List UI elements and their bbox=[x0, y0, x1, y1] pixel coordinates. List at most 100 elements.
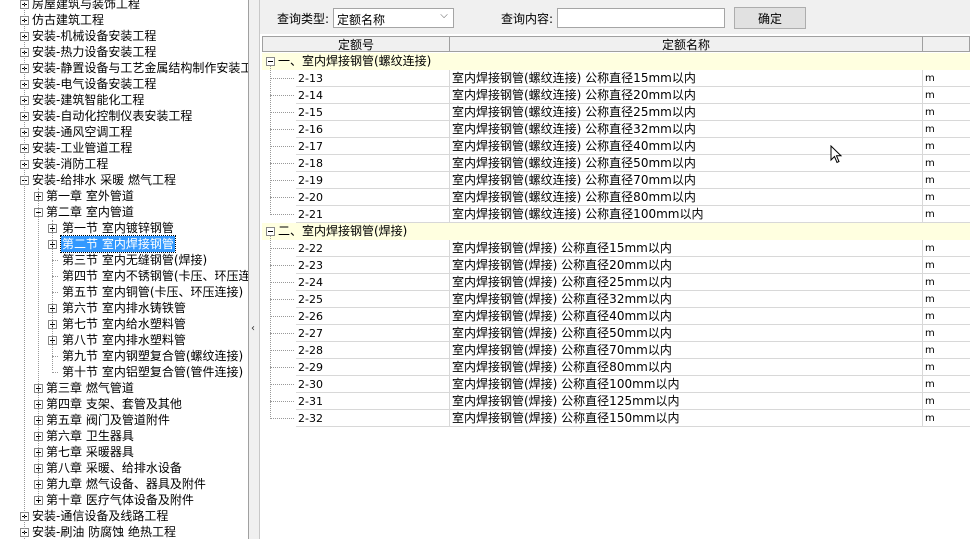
table-row[interactable]: 2-21 室内焊接钢管(螺纹连接) 公称直径100mm以内 m bbox=[262, 206, 970, 223]
row-connector bbox=[270, 248, 294, 249]
tree-item-label[interactable]: 第十章 医疗气体设备及附件 bbox=[45, 492, 195, 508]
table-row[interactable]: 2-17 室内焊接钢管(螺纹连接) 公称直径40mm以内 m bbox=[262, 138, 970, 155]
column-header-name[interactable]: 定额名称 bbox=[450, 36, 923, 52]
cell-name: 室内焊接钢管(螺纹连接) 公称直径80mm以内 bbox=[450, 189, 923, 206]
chevron-down-icon[interactable]: ⌵ bbox=[437, 10, 451, 26]
tree-item-label[interactable]: 第四章 支架、套管及其他 bbox=[45, 396, 183, 412]
group-row[interactable]: 二、室内焊接钢管(焊接) bbox=[262, 223, 970, 240]
quota-tree[interactable]: 房屋建筑与装饰工程 仿古建筑工程 安装-机械设备安装工程 安装-热力设备安装工程 安装-… bbox=[0, 0, 249, 539]
tree-item[interactable]: 安装-静置设备与工艺金属结构制作安装工 bbox=[0, 60, 248, 76]
tree-item[interactable]: 安装-给排水 采暖 燃气工程 bbox=[0, 172, 248, 188]
collapse-icon[interactable] bbox=[266, 57, 275, 66]
tree-item-label[interactable]: 第八节 室内排水塑料管 bbox=[61, 332, 187, 348]
table-row[interactable]: 2-15 室内焊接钢管(螺纹连接) 公称直径25mm以内 m bbox=[262, 104, 970, 121]
tree-item[interactable]: 安装-刷油 防腐蚀 绝热工程 bbox=[0, 524, 248, 539]
row-connector bbox=[270, 197, 294, 198]
table-row[interactable]: 2-29 室内焊接钢管(焊接) 公称直径80mm以内 m bbox=[262, 359, 970, 376]
table-row[interactable]: 2-27 室内焊接钢管(焊接) 公称直径50mm以内 m bbox=[262, 325, 970, 342]
tree-item-label[interactable]: 第五章 阀门及管道附件 bbox=[45, 412, 171, 428]
tree-item-label[interactable]: 安装-通风空调工程 bbox=[31, 124, 133, 140]
tree-item-label[interactable]: 安装-刷油 防腐蚀 绝热工程 bbox=[31, 524, 177, 539]
tree-item-label[interactable]: 安装-电气设备安装工程 bbox=[31, 76, 157, 92]
query-content-input[interactable] bbox=[557, 8, 725, 28]
query-type-select[interactable]: 定额名称 ⌵ bbox=[333, 8, 454, 28]
tree-guide-line bbox=[38, 188, 39, 500]
tree-item-label[interactable]: 安装-消防工程 bbox=[31, 156, 109, 172]
confirm-button[interactable]: 确定 bbox=[734, 7, 806, 29]
row-connector bbox=[270, 282, 294, 283]
tree-item-label[interactable]: 第七节 室内给水塑料管 bbox=[61, 316, 187, 332]
tree-item[interactable]: 房屋建筑与装饰工程 bbox=[0, 0, 248, 12]
tree-item-label[interactable]: 安装-机械设备安装工程 bbox=[31, 28, 157, 44]
table-row[interactable]: 2-13 室内焊接钢管(螺纹连接) 公称直径15mm以内 m bbox=[262, 70, 970, 87]
query-panel: 查询类型: 定额名称 ⌵ 查询内容: 确定 定额号 定额名称 一、室内焊接钢管(… bbox=[260, 0, 970, 539]
tree-item[interactable]: 安装-自动化控制仪表安装工程 bbox=[0, 108, 248, 124]
table-row[interactable]: 2-19 室内焊接钢管(螺纹连接) 公称直径70mm以内 m bbox=[262, 172, 970, 189]
tree-item-label[interactable]: 房屋建筑与装饰工程 bbox=[31, 0, 141, 12]
tree-item-label[interactable]: 第六章 卫生器具 bbox=[45, 428, 135, 444]
cell-name: 室内焊接钢管(焊接) 公称直径50mm以内 bbox=[450, 325, 923, 342]
tree-item-label[interactable]: 安装-热力设备安装工程 bbox=[31, 44, 157, 60]
table-row[interactable]: 2-18 室内焊接钢管(螺纹连接) 公称直径50mm以内 m bbox=[262, 155, 970, 172]
table-row[interactable]: 2-32 室内焊接钢管(焊接) 公称直径150mm以内 m bbox=[262, 410, 970, 427]
tree-guide-line bbox=[24, 0, 25, 539]
row-connector bbox=[270, 214, 294, 215]
tree-item-label[interactable]: 第二节 室内焊接钢管 bbox=[60, 235, 176, 253]
tree-item[interactable]: 安装-通信设备及线路工程 bbox=[0, 508, 248, 524]
cell-code: 2-25 bbox=[296, 291, 450, 308]
tree-item-label[interactable]: 仿古建筑工程 bbox=[31, 12, 105, 28]
table-row[interactable]: 2-24 室内焊接钢管(焊接) 公称直径25mm以内 m bbox=[262, 274, 970, 291]
cell-name: 室内焊接钢管(螺纹连接) 公称直径50mm以内 bbox=[450, 155, 923, 172]
cell-code: 2-26 bbox=[296, 308, 450, 325]
tree-item[interactable]: 仿古建筑工程 bbox=[0, 12, 248, 28]
table-row[interactable]: 2-14 室内焊接钢管(螺纹连接) 公称直径20mm以内 m bbox=[262, 87, 970, 104]
table-row[interactable]: 2-22 室内焊接钢管(焊接) 公称直径15mm以内 m bbox=[262, 240, 970, 257]
group-row[interactable]: 一、室内焊接钢管(螺纹连接) bbox=[262, 53, 970, 70]
tree-item-label[interactable]: 第三节 室内无缝钢管(焊接) bbox=[61, 252, 208, 268]
tree-item[interactable]: 安装-消防工程 bbox=[0, 156, 248, 172]
tree-item-label[interactable]: 第六节 室内排水铸铁管 bbox=[61, 300, 187, 316]
tree-item[interactable]: 安装-工业管道工程 bbox=[0, 140, 248, 156]
tree-item-label[interactable]: 安装-给排水 采暖 燃气工程 bbox=[31, 172, 177, 188]
tree-item-label[interactable]: 安装-静置设备与工艺金属结构制作安装工 bbox=[31, 60, 248, 76]
row-connector bbox=[270, 265, 294, 266]
tree-item-label[interactable]: 第十节 室内铝塑复合管(管件连接) bbox=[61, 364, 244, 380]
collapse-arrow-icon[interactable]: ‹ bbox=[251, 323, 255, 334]
panel-splitter[interactable]: ‹ bbox=[249, 0, 260, 539]
tree-item-label[interactable]: 第九节 室内钢塑复合管(螺纹连接) bbox=[61, 348, 244, 364]
table-row[interactable]: 2-16 室内焊接钢管(螺纹连接) 公称直径32mm以内 m bbox=[262, 121, 970, 138]
table-row[interactable]: 2-23 室内焊接钢管(焊接) 公称直径20mm以内 m bbox=[262, 257, 970, 274]
cell-unit: m bbox=[923, 274, 970, 291]
tree-item[interactable]: 安装-通风空调工程 bbox=[0, 124, 248, 140]
tree-item-label[interactable]: 第三章 燃气管道 bbox=[45, 380, 135, 396]
column-header-unit[interactable] bbox=[923, 36, 970, 52]
tree-item-label[interactable]: 安装-建筑智能化工程 bbox=[31, 92, 145, 108]
tree-item-label[interactable]: 第九章 燃气设备、器具及附件 bbox=[45, 476, 207, 492]
row-connector bbox=[270, 333, 294, 334]
tree-item-label[interactable]: 第八章 采暖、给排水设备 bbox=[45, 460, 183, 476]
tree-item-label[interactable]: 第四节 室内不锈钢管(卡压、环压连 bbox=[61, 268, 248, 284]
tree-item[interactable]: 安装-建筑智能化工程 bbox=[0, 92, 248, 108]
tree-item-label[interactable]: 安装-工业管道工程 bbox=[31, 140, 133, 156]
cell-code: 2-18 bbox=[296, 155, 450, 172]
tree-item-label[interactable]: 第五节 室内铜管(卡压、环压连接) bbox=[61, 284, 244, 300]
tree-item-label[interactable]: 安装-通信设备及线路工程 bbox=[31, 508, 169, 524]
tree-item-label[interactable]: 第一节 室内镀锌钢管 bbox=[61, 220, 175, 236]
table-row[interactable]: 2-31 室内焊接钢管(焊接) 公称直径125mm以内 m bbox=[262, 393, 970, 410]
tree-item[interactable]: 安装-热力设备安装工程 bbox=[0, 44, 248, 60]
column-header-code[interactable]: 定额号 bbox=[262, 36, 450, 52]
tree-item-label[interactable]: 安装-自动化控制仪表安装工程 bbox=[31, 108, 193, 124]
row-connector bbox=[270, 129, 294, 130]
tree-item-label[interactable]: 第七章 采暖器具 bbox=[45, 444, 135, 460]
tree-item[interactable]: 安装-机械设备安装工程 bbox=[0, 28, 248, 44]
table-row[interactable]: 2-28 室内焊接钢管(焊接) 公称直径70mm以内 m bbox=[262, 342, 970, 359]
collapse-icon[interactable] bbox=[266, 227, 275, 236]
tree-item[interactable]: 安装-电气设备安装工程 bbox=[0, 76, 248, 92]
table-row[interactable]: 2-30 室内焊接钢管(焊接) 公称直径100mm以内 m bbox=[262, 376, 970, 393]
table-row[interactable]: 2-26 室内焊接钢管(焊接) 公称直径40mm以内 m bbox=[262, 308, 970, 325]
row-connector bbox=[270, 350, 294, 351]
tree-item-label[interactable]: 第一章 室外管道 bbox=[45, 188, 135, 204]
tree-item-label[interactable]: 第二章 室内管道 bbox=[45, 204, 135, 220]
table-row[interactable]: 2-20 室内焊接钢管(螺纹连接) 公称直径80mm以内 m bbox=[262, 189, 970, 206]
table-row[interactable]: 2-25 室内焊接钢管(焊接) 公称直径32mm以内 m bbox=[262, 291, 970, 308]
